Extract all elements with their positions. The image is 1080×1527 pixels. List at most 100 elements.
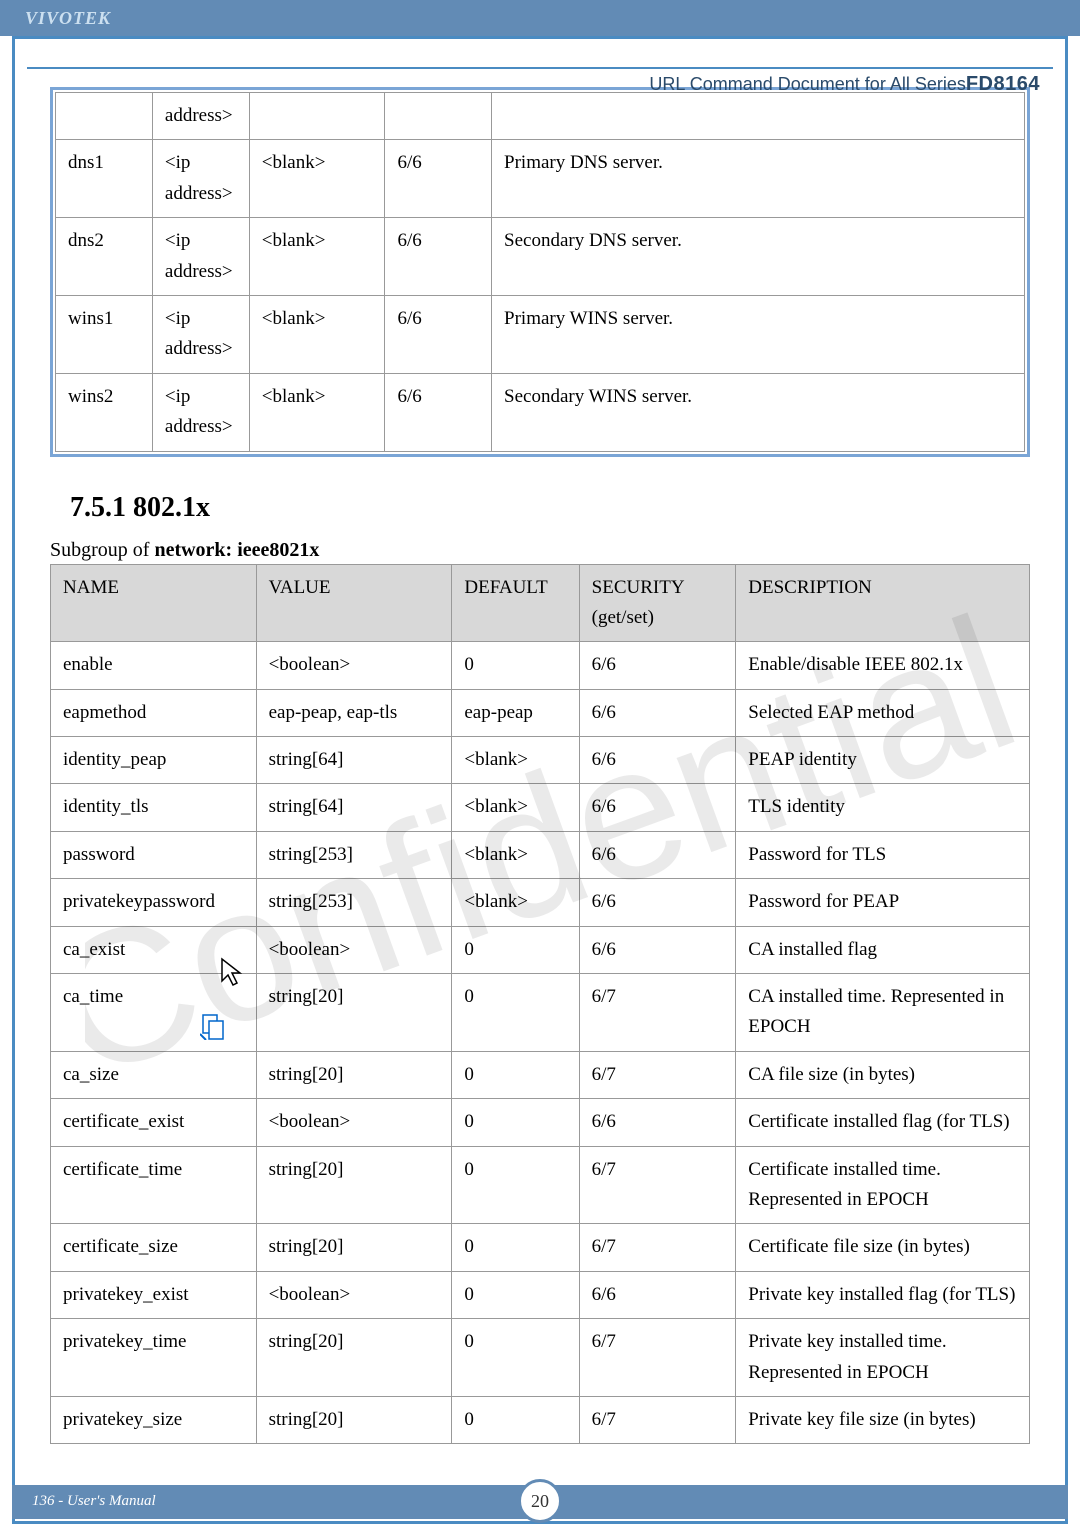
- col-value: VALUE: [256, 564, 452, 642]
- table-cell: Selected EAP method: [736, 689, 1030, 736]
- footer: 136 - User's Manual 20: [0, 1485, 1080, 1519]
- table-cell: CA file size (in bytes): [736, 1051, 1030, 1098]
- table-row: dns2<ip address><blank>6/6Secondary DNS …: [56, 218, 1025, 296]
- table-cell: <blank>: [249, 373, 385, 451]
- ieee8021x-table: NAME VALUE DEFAULT SECURITY (get/set) DE…: [50, 564, 1030, 1445]
- table-cell: 0: [452, 1319, 579, 1397]
- table-cell: <ip address>: [152, 295, 249, 373]
- table-cell: 6/6: [579, 1099, 736, 1146]
- table-cell: dns2: [56, 218, 153, 296]
- table-row: certificate_sizestring[20]06/7Certificat…: [51, 1224, 1030, 1271]
- table-cell: Enable/disable IEEE 802.1x: [736, 642, 1030, 689]
- table-cell: ca_size: [51, 1051, 257, 1098]
- table-cell: <boolean>: [256, 1271, 452, 1318]
- table-cell: 0: [452, 974, 579, 1052]
- table-row: passwordstring[253]<blank>6/6Password fo…: [51, 831, 1030, 878]
- table-cell: [249, 93, 385, 140]
- table-cell: <blank>: [452, 879, 579, 926]
- table-row: wins2<ip address><blank>6/6Secondary WIN…: [56, 373, 1025, 451]
- table-cell: 0: [452, 1051, 579, 1098]
- page-number: 20: [518, 1479, 562, 1523]
- table-cell: 6/6: [579, 642, 736, 689]
- table-cell: privatekeypassword: [51, 879, 257, 926]
- table-row: identity_peapstring[64]<blank>6/6PEAP id…: [51, 737, 1030, 784]
- table-cell: 6/6: [385, 373, 492, 451]
- table-cell: privatekey_exist: [51, 1271, 257, 1318]
- table-cell: [385, 93, 492, 140]
- table-cell: 0: [452, 1224, 579, 1271]
- table-row: address>: [56, 93, 1025, 140]
- section-heading: 7.5.1 802.1x: [70, 492, 1030, 524]
- table-cell: <blank>: [249, 295, 385, 373]
- table-cell: string[20]: [256, 1224, 452, 1271]
- col-security: SECURITY (get/set): [579, 564, 736, 642]
- table-row: privatekey_exist<boolean>06/6Private key…: [51, 1271, 1030, 1318]
- table-cell: string[20]: [256, 1396, 452, 1443]
- table-cell: identity_peap: [51, 737, 257, 784]
- table-cell: 0: [452, 1099, 579, 1146]
- footer-band: 136 - User's Manual 20: [12, 1485, 1068, 1519]
- table-cell: <boolean>: [256, 1099, 452, 1146]
- table-cell: identity_tls: [51, 784, 257, 831]
- table-cell: 0: [452, 1396, 579, 1443]
- table-cell: string[64]: [256, 784, 452, 831]
- table1-border: address>dns1<ip address><blank>6/6Primar…: [50, 87, 1030, 457]
- table-row: privatekey_sizestring[20]06/7Private key…: [51, 1396, 1030, 1443]
- table-row: privatekeypasswordstring[253]<blank>6/6P…: [51, 879, 1030, 926]
- table-cell: <blank>: [249, 140, 385, 218]
- table-row: wins1<ip address><blank>6/6Primary WINS …: [56, 295, 1025, 373]
- footer-left-text: 136 - User's Manual: [32, 1493, 156, 1510]
- table-cell: privatekey_size: [51, 1396, 257, 1443]
- table-cell: Secondary DNS server.: [492, 218, 1025, 296]
- table-cell: 6/6: [579, 689, 736, 736]
- header-band: VIVOTEK: [0, 0, 1080, 36]
- subgroup-prefix: Subgroup of: [50, 539, 154, 561]
- table-cell: 6/6: [579, 879, 736, 926]
- table-cell: CA installed flag: [736, 926, 1030, 973]
- table-cell: 6/6: [579, 831, 736, 878]
- table-cell: certificate_exist: [51, 1099, 257, 1146]
- table-cell: string[20]: [256, 1051, 452, 1098]
- table-cell: 0: [452, 642, 579, 689]
- table-cell: 6/6: [579, 784, 736, 831]
- table-cell: <boolean>: [256, 642, 452, 689]
- table-cell: string[20]: [256, 1146, 452, 1224]
- subgroup-name: network: ieee8021x: [154, 539, 319, 561]
- table-cell: wins1: [56, 295, 153, 373]
- table-cell: 0: [452, 1271, 579, 1318]
- table-row: ca_sizestring[20]06/7CA file size (in by…: [51, 1051, 1030, 1098]
- table-cell: eap-peap, eap-tls: [256, 689, 452, 736]
- table-cell: TLS identity: [736, 784, 1030, 831]
- page-border: URL Command Document for All SeriesFD816…: [12, 36, 1068, 1524]
- table-cell: 0: [452, 926, 579, 973]
- table-cell: eap-peap: [452, 689, 579, 736]
- table-row: certificate_exist<boolean>06/6Certificat…: [51, 1099, 1030, 1146]
- table-cell: 6/7: [579, 1051, 736, 1098]
- table-cell: 6/7: [579, 1146, 736, 1224]
- table-cell: Primary DNS server.: [492, 140, 1025, 218]
- col-description: DESCRIPTION: [736, 564, 1030, 642]
- table-cell: <blank>: [452, 784, 579, 831]
- table-cell: Secondary WINS server.: [492, 373, 1025, 451]
- table-row: privatekey_timestring[20]06/7Private key…: [51, 1319, 1030, 1397]
- table-cell: 6/7: [579, 1319, 736, 1397]
- table-cell: string[20]: [256, 974, 452, 1052]
- table-cell: <ip address>: [152, 373, 249, 451]
- table-row: ca_exist<boolean>06/6CA installed flag: [51, 926, 1030, 973]
- table-cell: 6/6: [579, 1271, 736, 1318]
- table-cell: dns1: [56, 140, 153, 218]
- table-cell: eapmethod: [51, 689, 257, 736]
- table-cell: Certificate installed time. Represented …: [736, 1146, 1030, 1224]
- model-number: FD8164: [966, 73, 1040, 95]
- url-command-title: URL Command Document for All SeriesFD816…: [649, 73, 1040, 96]
- table-cell: 6/7: [579, 1396, 736, 1443]
- table-cell: <ip address>: [152, 140, 249, 218]
- table-cell: <boolean>: [256, 926, 452, 973]
- table-cell: CA installed time. Represented in EPOCH: [736, 974, 1030, 1052]
- table-cell: <blank>: [452, 737, 579, 784]
- table-cell: Primary WINS server.: [492, 295, 1025, 373]
- table-cell: Certificate installed flag (for TLS): [736, 1099, 1030, 1146]
- table-cell: ca_time: [51, 974, 257, 1052]
- table-row: eapmethodeap-peap, eap-tlseap-peap6/6Sel…: [51, 689, 1030, 736]
- table-cell: 6/6: [385, 140, 492, 218]
